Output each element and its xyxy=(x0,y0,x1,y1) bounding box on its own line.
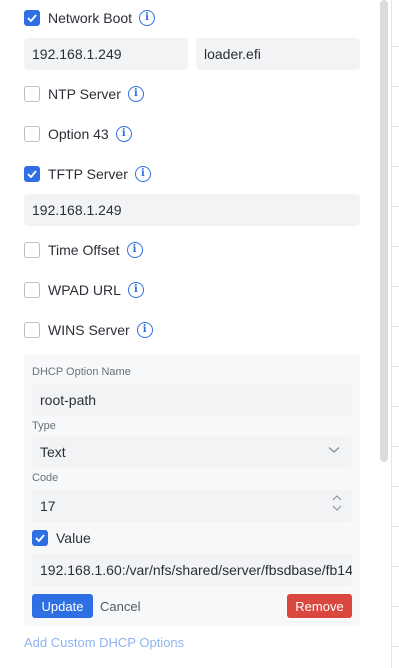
time-offset-checkbox[interactable] xyxy=(24,242,40,258)
option-43-checkbox[interactable] xyxy=(24,126,40,142)
code-label: Code xyxy=(32,472,59,484)
check-icon xyxy=(35,534,45,542)
option-43[interactable]: Option 43 i xyxy=(24,124,132,144)
info-icon[interactable]: i xyxy=(126,242,143,258)
value-toggle[interactable]: Value xyxy=(32,528,91,548)
value-checkbox[interactable] xyxy=(32,530,48,546)
type-select-value: Text xyxy=(40,444,66,460)
option-wpad-url[interactable]: WPAD URL i xyxy=(24,280,144,300)
option-name-input[interactable]: root-path xyxy=(32,384,352,416)
info-icon[interactable]: i xyxy=(136,322,153,338)
info-icon[interactable]: i xyxy=(134,166,151,182)
option-43-label: Option 43 xyxy=(48,126,109,142)
scrollbar-thumb[interactable] xyxy=(380,0,388,462)
network-boot-server-field[interactable]: 192.168.1.249 xyxy=(24,38,188,70)
tftp-server-checkbox[interactable] xyxy=(24,166,40,182)
table-row-divider xyxy=(392,606,399,607)
code-stepper[interactable] xyxy=(332,495,342,511)
table-row-divider xyxy=(392,166,399,167)
table-row-divider xyxy=(392,206,399,207)
table-row-divider xyxy=(392,86,399,87)
value-input[interactable]: 192.168.1.60:/var/nfs/shared/server/fbsd… xyxy=(32,554,352,586)
spin-down-icon[interactable] xyxy=(332,505,342,511)
table-row-divider xyxy=(392,486,399,487)
table-row-divider xyxy=(392,46,399,47)
code-input-value: 17 xyxy=(40,498,56,514)
time-offset-label: Time Offset xyxy=(48,242,120,258)
remove-button[interactable]: Remove xyxy=(287,594,352,618)
table-row-divider xyxy=(392,646,399,647)
wins-server-label: WINS Server xyxy=(48,322,130,338)
cancel-button[interactable]: Cancel xyxy=(100,594,140,618)
option-network-boot[interactable]: Network Boot i xyxy=(24,8,156,28)
option-time-offset[interactable]: Time Offset i xyxy=(24,240,143,260)
info-icon[interactable]: i xyxy=(127,86,144,102)
table-row-divider xyxy=(392,126,399,127)
option-wins-server[interactable]: WINS Server i xyxy=(24,320,153,340)
info-icon[interactable]: i xyxy=(127,282,144,298)
ntp-server-label: NTP Server xyxy=(48,86,121,102)
dhcp-options-panel: Network Boot i 192.168.1.249 loader.efi … xyxy=(0,0,372,668)
wpad-url-label: WPAD URL xyxy=(48,282,121,298)
option-tftp-server[interactable]: TFTP Server i xyxy=(24,164,151,184)
table-row-divider xyxy=(392,326,399,327)
code-input[interactable]: 17 xyxy=(32,490,352,522)
network-boot-label: Network Boot xyxy=(48,10,133,26)
table-row-divider xyxy=(392,446,399,447)
table-row-divider xyxy=(392,566,399,567)
table-row-divider xyxy=(392,366,399,367)
check-icon xyxy=(27,14,37,22)
wpad-url-checkbox[interactable] xyxy=(24,282,40,298)
option-ntp-server[interactable]: NTP Server i xyxy=(24,84,144,104)
background-table-edge xyxy=(391,0,399,668)
network-boot-filename-field[interactable]: loader.efi xyxy=(196,38,360,70)
info-icon[interactable]: i xyxy=(139,10,156,26)
option-name-label: DHCP Option Name xyxy=(32,366,131,378)
table-row-divider xyxy=(392,246,399,247)
table-row-divider xyxy=(392,286,399,287)
network-boot-checkbox[interactable] xyxy=(24,10,40,26)
table-row-divider xyxy=(392,406,399,407)
check-icon xyxy=(27,170,37,178)
info-icon[interactable]: i xyxy=(115,126,132,142)
add-custom-dhcp-options-link[interactable]: Add Custom DHCP Options xyxy=(24,635,184,650)
type-select[interactable]: Text xyxy=(32,436,352,468)
value-label: Value xyxy=(56,530,91,546)
table-row-divider xyxy=(392,526,399,527)
spin-up-icon[interactable] xyxy=(332,495,342,501)
update-button[interactable]: Update xyxy=(32,594,93,618)
ntp-server-checkbox[interactable] xyxy=(24,86,40,102)
tftp-server-field[interactable]: 192.168.1.249 xyxy=(24,194,360,226)
tftp-server-label: TFTP Server xyxy=(48,166,128,182)
type-label: Type xyxy=(32,420,56,432)
chevron-down-icon xyxy=(328,447,340,453)
wins-server-checkbox[interactable] xyxy=(24,322,40,338)
